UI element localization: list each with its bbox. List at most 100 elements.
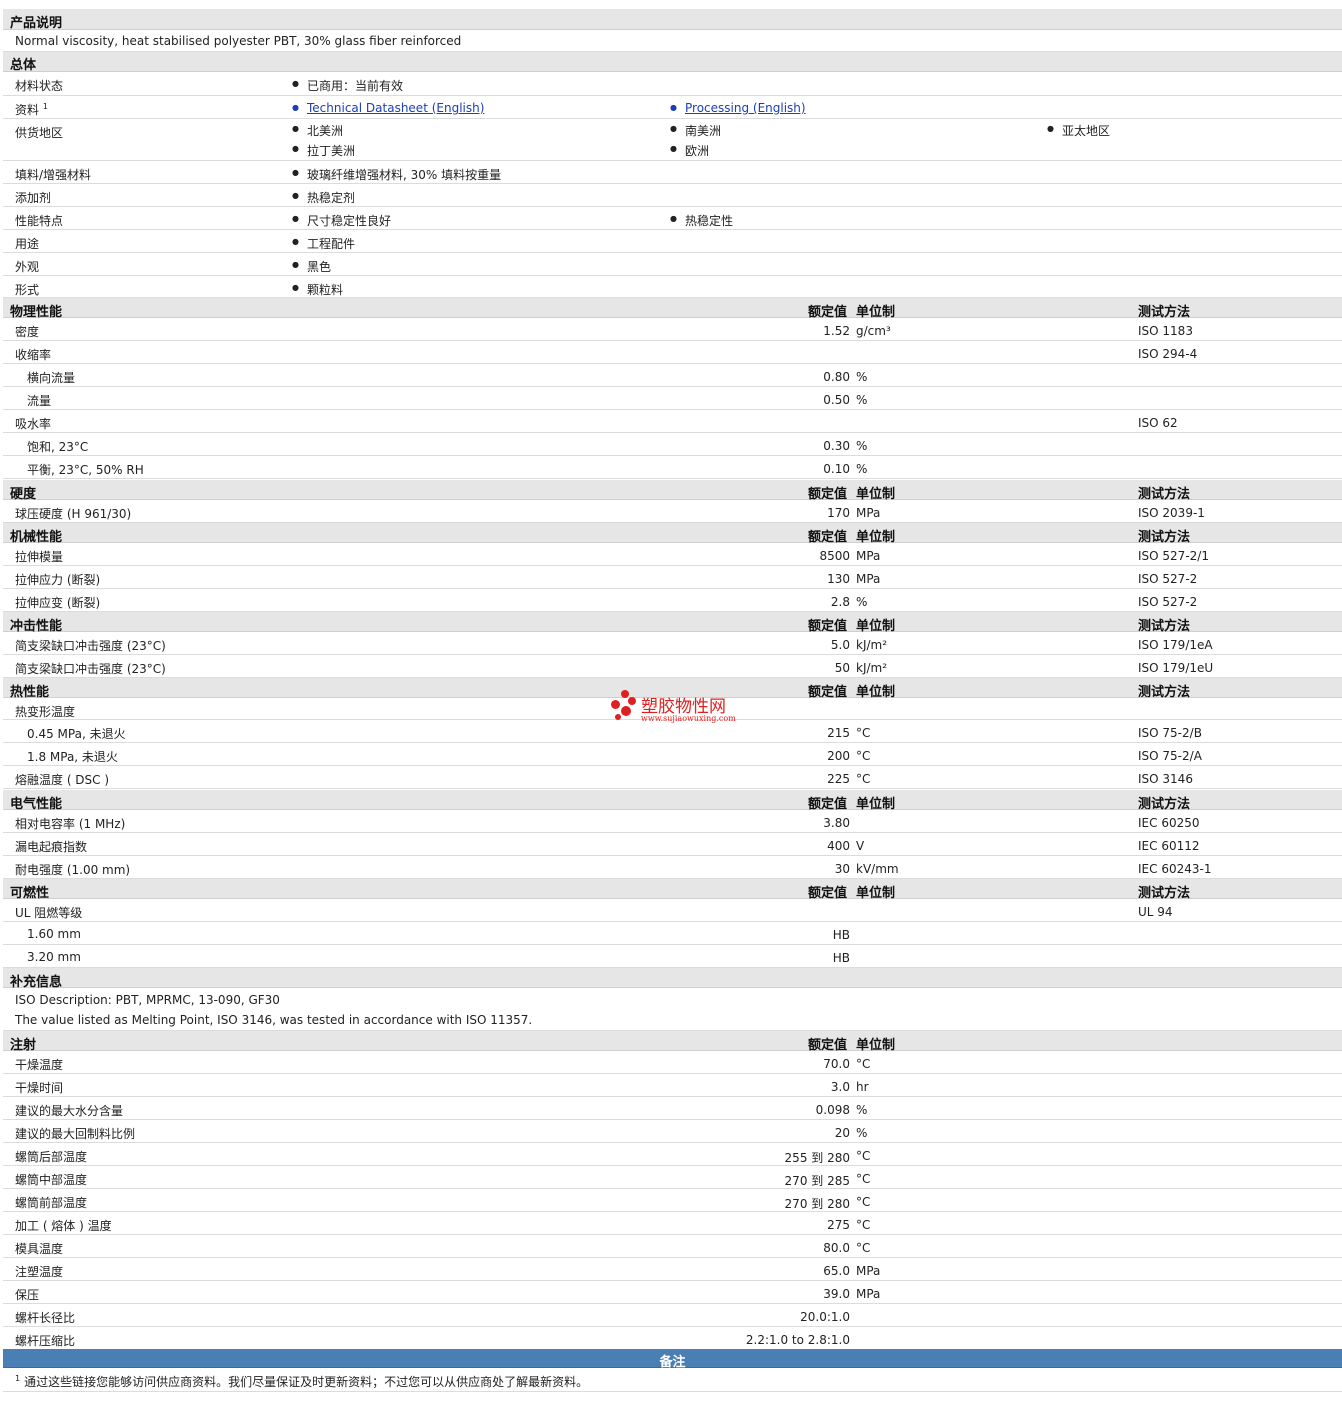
section-header-injection: 注射 额定值 单位制 — [3, 1031, 1342, 1053]
region-item: 拉丁美洲 — [292, 142, 355, 159]
property-unit: °C — [856, 1057, 871, 1071]
property-value: 0.30 — [823, 439, 850, 453]
property-unit: % — [856, 393, 868, 407]
property-value: 255 到 280 — [784, 1151, 850, 1165]
property-row: 注塑温度 65.0 MPa — [3, 1258, 1342, 1281]
filler-value: 玻璃纤维增强材料, 30% 填料按重量 — [292, 166, 501, 183]
property-row: 1.60 mm HB — [3, 922, 1342, 945]
property-row: 漏电起痕指数 400 V IEC 60112 — [3, 833, 1342, 856]
property-label: 饱和, 23°C — [27, 440, 89, 454]
property-unit: g/cm³ — [856, 324, 891, 338]
row-label: 资料 1 — [15, 102, 48, 117]
property-label: 漏电起痕指数 — [15, 840, 88, 854]
property-test-method: ISO 75-2/B — [1138, 726, 1202, 740]
property-row: 密度 1.52 g/cm³ ISO 1183 — [3, 318, 1342, 341]
property-value: HB — [832, 928, 850, 942]
property-unit: °C — [856, 772, 871, 786]
property-value: 5.0 — [830, 638, 850, 652]
row-label: 添加剂 — [15, 191, 52, 205]
property-label: 螺杆长径比 — [15, 1311, 76, 1325]
property-test-method: IEC 60243-1 — [1138, 862, 1212, 876]
property-unit: °C — [856, 749, 871, 763]
property-value: 215 — [827, 726, 850, 740]
property-label: 0.45 MPa, 未退火 — [27, 727, 126, 741]
property-row: 收缩率 ISO 294-4 — [3, 341, 1342, 364]
property-label: 吸水率 — [15, 417, 52, 431]
property-unit: % — [856, 1126, 868, 1140]
property-label: 拉伸应变 (断裂) — [15, 596, 101, 610]
property-value: 400 — [827, 839, 850, 853]
row-uses: 用途 工程配件 — [3, 230, 1342, 253]
row-form: 形式 颗粒料 — [3, 276, 1342, 298]
property-value: 2.8 — [830, 595, 850, 609]
property-unit: % — [856, 1103, 868, 1117]
row-label: 外观 — [15, 260, 40, 274]
property-label: 横向流量 — [27, 371, 76, 385]
property-value: 200 — [827, 749, 850, 763]
property-test-method: IEC 60250 — [1138, 816, 1200, 830]
property-row: 螺杆长径比 20.0:1.0 — [3, 1304, 1342, 1327]
property-row: 饱和, 23°C 0.30% — [3, 433, 1342, 456]
property-test-method: ISO 527-2 — [1138, 595, 1198, 609]
property-unit: % — [856, 595, 868, 609]
property-value: 65.0 — [823, 1264, 850, 1278]
property-row: 螺筒中部温度 270 到 285 °C — [3, 1166, 1342, 1189]
property-value: 225 — [827, 772, 850, 786]
section-header-flammability: 可燃性 额定值 单位制 测试方法 — [3, 879, 1342, 901]
property-label: 模具温度 — [15, 1242, 64, 1256]
property-row: 简支梁缺口冲击强度 (23°C) 50 kJ/m² ISO 179/1eU — [3, 655, 1342, 678]
property-unit: °C — [856, 1195, 871, 1209]
region-item: 北美洲 — [292, 122, 343, 139]
property-row: 相对电容率 (1 MHz) 3.80 IEC 60250 — [3, 810, 1342, 833]
property-row: 吸水率 ISO 62 — [3, 410, 1342, 433]
property-value: 130 — [827, 572, 850, 586]
property-value: 39.0 — [823, 1287, 850, 1301]
property-test-method: ISO 179/1eU — [1138, 661, 1214, 675]
property-unit: % — [856, 439, 868, 453]
row-regions: 供货地区 北美洲 南美洲 亚太地区 拉丁美洲 欧洲 — [3, 119, 1342, 161]
property-label: 加工 ( 熔体 ) 温度 — [15, 1219, 112, 1233]
status-value: 已商用：当前有效 — [292, 77, 403, 94]
property-row: 加工 ( 熔体 ) 温度 275 °C — [3, 1212, 1342, 1235]
property-row: 1.8 MPa, 未退火 200 °C ISO 75-2/A — [3, 743, 1342, 766]
property-row: 拉伸应变 (断裂) 2.8% ISO 527-2 — [3, 589, 1342, 612]
watermark-url: www.sujiaowuxing.com — [641, 714, 736, 723]
row-label: 用途 — [15, 237, 40, 251]
property-row: 熔融温度 ( DSC ) 225 °C ISO 3146 — [3, 766, 1342, 789]
property-unit: °C — [856, 1218, 871, 1232]
section-title: 总体 — [10, 58, 37, 73]
property-value: 0.098 — [815, 1103, 850, 1117]
property-value: 20.0:1.0 — [800, 1310, 850, 1324]
property-row: 球压硬度 (H 961/30) 170 MPa ISO 2039-1 — [3, 500, 1342, 523]
property-unit: MPa — [856, 506, 881, 520]
section-header-hardness: 硬度 额定值 单位制 测试方法 — [3, 480, 1342, 502]
property-value: 80.0 — [823, 1241, 850, 1255]
processing-link[interactable]: Processing (English) — [670, 101, 806, 115]
technical-datasheet-link[interactable]: Technical Datasheet (English) — [292, 101, 484, 115]
property-row: 流量 0.50% — [3, 387, 1342, 410]
property-value: 170 — [827, 506, 850, 520]
property-test-method: ISO 3146 — [1138, 772, 1193, 786]
row-appearance: 外观 黑色 — [3, 253, 1342, 276]
property-row: 耐电强度 (1.00 mm) 30 kV/mm IEC 60243-1 — [3, 856, 1342, 879]
row-documents: 资料 1 Technical Datasheet (English) Proce… — [3, 96, 1342, 119]
property-value: 1.52 — [823, 324, 850, 338]
row-label: 形式 — [15, 283, 40, 297]
property-row: 螺筒前部温度 270 到 280 °C — [3, 1189, 1342, 1212]
property-row: 拉伸应力 (断裂) 130 MPa ISO 527-2 — [3, 566, 1342, 589]
property-unit: hr — [856, 1080, 869, 1094]
region-item: 欧洲 — [670, 142, 709, 159]
property-unit: kJ/m² — [856, 638, 888, 652]
property-label: 螺筒前部温度 — [15, 1196, 88, 1210]
property-test-method: ISO 527-2/1 — [1138, 549, 1209, 563]
property-test-method: ISO 1183 — [1138, 324, 1193, 338]
property-value: 0.50 — [823, 393, 850, 407]
property-label: 建议的最大回制料比例 — [15, 1127, 136, 1141]
property-row: 拉伸模量 8500 MPa ISO 527-2/1 — [3, 543, 1342, 566]
property-row: 螺筒后部温度 255 到 280 °C — [3, 1143, 1342, 1166]
property-test-method: ISO 75-2/A — [1138, 749, 1202, 763]
section-header-mechanical: 机械性能 额定值 单位制 测试方法 — [3, 523, 1342, 545]
property-unit: °C — [856, 1172, 871, 1186]
row-features: 性能特点 尺寸稳定性良好 热稳定性 — [3, 207, 1342, 230]
row-additive: 添加剂 热稳定剂 — [3, 184, 1342, 207]
